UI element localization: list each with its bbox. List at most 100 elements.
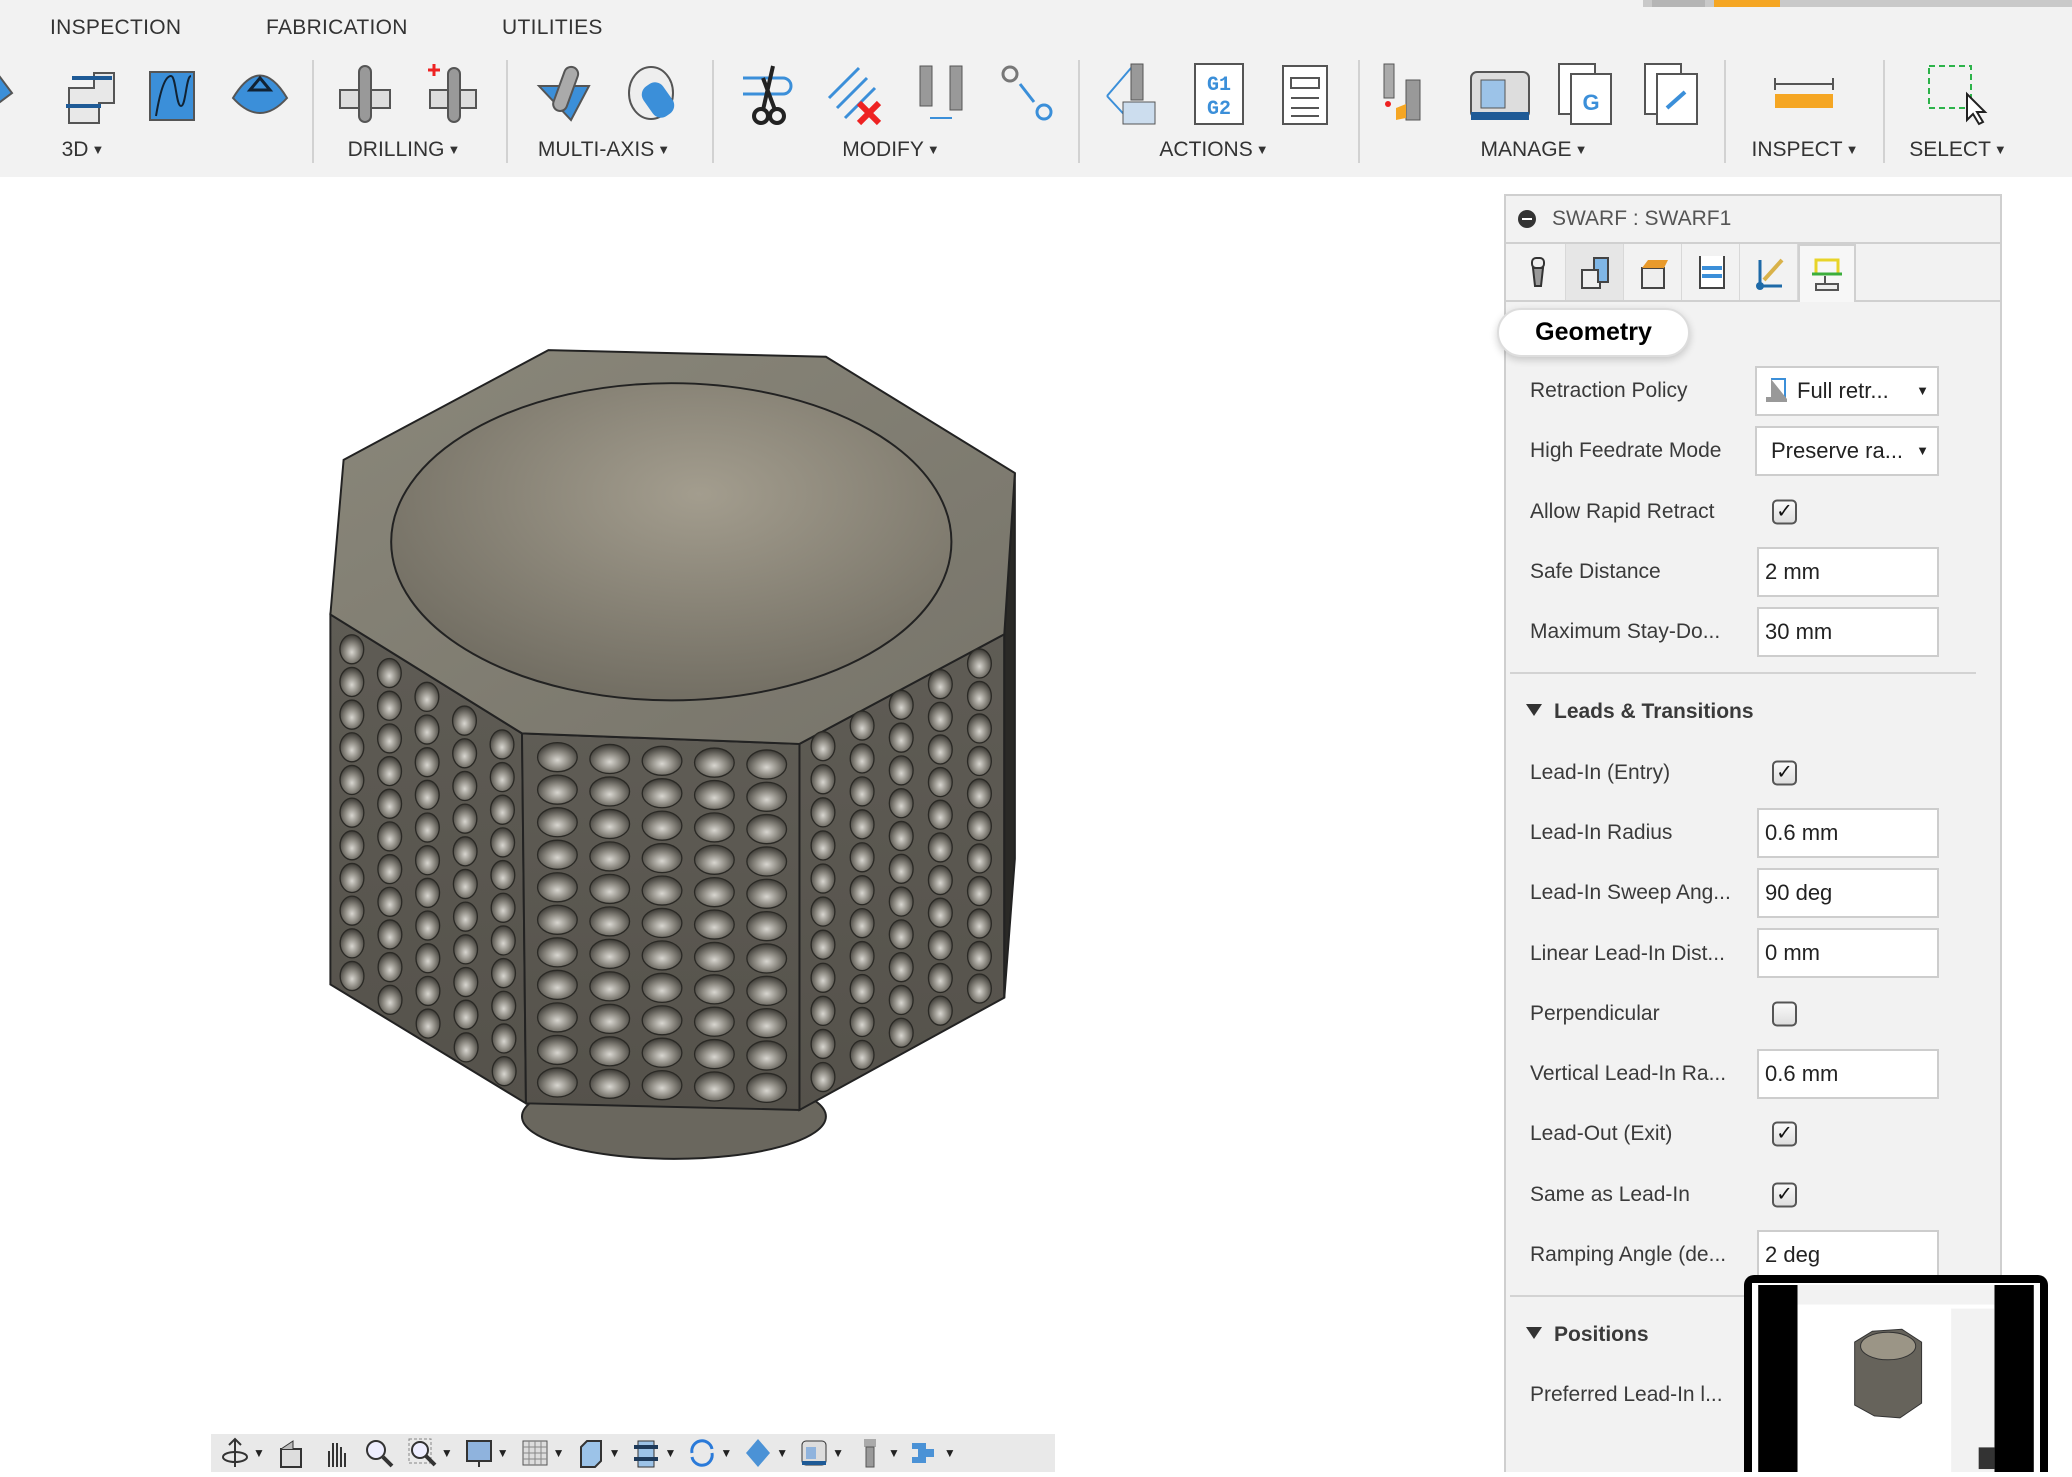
group-label: ACTIONS	[1159, 138, 1253, 161]
stud	[451, 705, 478, 736]
model-right-face	[798, 632, 1006, 1112]
select-window-icon[interactable]	[1921, 58, 1991, 128]
stud	[589, 776, 631, 807]
trim-toolpath-icon[interactable]	[733, 58, 803, 128]
model-edge-face	[1003, 472, 1016, 998]
caret-down-icon[interactable]: ▼	[832, 1446, 844, 1460]
view-cube-tool[interactable]: ▼	[575, 1434, 627, 1472]
ramping-angle-de-field[interactable]: 2 deg	[1757, 1229, 1939, 1280]
orbit-tool[interactable]: ▼	[219, 1434, 271, 1472]
collapse-icon[interactable]	[1518, 210, 1536, 228]
passes-tab[interactable]	[1682, 244, 1740, 300]
grid-tool[interactable]: ▼	[519, 1434, 571, 1472]
display-mode-tool[interactable]: ▼	[463, 1434, 515, 1472]
tab-fabrication[interactable]: FABRICATION	[266, 16, 408, 40]
caret-down-icon[interactable]: ▼	[497, 1446, 509, 1460]
tab-utilities[interactable]: UTILITIES	[502, 16, 603, 40]
caret-down-icon[interactable]: ▼	[944, 1446, 956, 1460]
group-menu-3d[interactable]: 3D ▼	[62, 138, 105, 162]
linking-active-tab[interactable]	[1798, 244, 1856, 302]
swarf-icon[interactable]	[531, 58, 601, 128]
toolpath-tool[interactable]: ▼	[910, 1434, 962, 1472]
caret-down-icon[interactable]: ▼	[776, 1446, 788, 1460]
panel-title: SWARF : SWARF1	[1552, 207, 1732, 230]
vertical-lead-in-ra-field[interactable]: 0.6 mm	[1757, 1048, 1939, 1099]
group-menu-inspect[interactable]: INSPECT ▼	[1752, 138, 1859, 162]
machine-library-icon[interactable]	[1465, 58, 1535, 128]
tool-tool[interactable]: ▼	[854, 1434, 906, 1472]
safe-distance-field[interactable]: 2 mm	[1757, 546, 1939, 597]
setup-sheet-icon[interactable]	[1269, 58, 1339, 128]
delete-toolpath-icon[interactable]	[819, 58, 889, 128]
measure-icon[interactable]	[1769, 58, 1839, 128]
zoom-window-tool[interactable]: ▼	[407, 1434, 459, 1472]
stud	[746, 910, 788, 942]
stud	[927, 701, 953, 732]
thumbnail-preview-image	[1758, 1285, 2034, 1472]
caret-down-icon[interactable]: ▼	[888, 1446, 900, 1460]
hole-recognition-icon[interactable]	[418, 58, 488, 128]
template-library-icon[interactable]: G	[1551, 58, 1621, 128]
stud	[927, 930, 953, 961]
caret-down-icon[interactable]: ▼	[609, 1446, 621, 1460]
group-menu-modify[interactable]: MODIFY ▼	[842, 138, 940, 162]
tool-icon	[864, 1439, 877, 1468]
group-menu-manage[interactable]: MANAGE ▼	[1481, 138, 1588, 162]
stud	[536, 774, 578, 805]
geometry-tab[interactable]	[1566, 244, 1624, 300]
look-at-tool[interactable]	[275, 1434, 315, 1472]
post-library-icon[interactable]	[1637, 58, 1707, 128]
lead-in-radius-field[interactable]: 0.6 mm	[1757, 807, 1939, 858]
pan-tool[interactable]	[319, 1434, 359, 1472]
collapse-triangle-icon[interactable]	[1526, 704, 1542, 717]
caret-down-icon[interactable]: ▼	[253, 1446, 265, 1460]
linking-tab[interactable]	[1740, 244, 1798, 300]
stud	[377, 984, 403, 1015]
drill-icon[interactable]	[332, 58, 402, 128]
simulate-icon[interactable]	[1101, 58, 1171, 128]
multi-axis-contour-icon[interactable]	[616, 58, 686, 128]
steep-shallow-icon[interactable]	[54, 58, 124, 128]
caret-down-icon[interactable]: ▼	[441, 1446, 453, 1460]
stud	[810, 797, 836, 828]
allow-rapid-retract-checkbox[interactable]: ✓	[1772, 499, 1797, 525]
scallop-icon[interactable]	[138, 58, 208, 128]
stock-tool[interactable]: ▼	[630, 1434, 682, 1472]
machine-tool[interactable]: ▼	[798, 1434, 850, 1472]
rotate-tool[interactable]: ▼	[686, 1434, 738, 1472]
group-menu-multi-axis[interactable]: MULTI-AXIS ▼	[538, 138, 670, 162]
caret-down-icon[interactable]: ▼	[720, 1446, 732, 1460]
stud	[849, 1006, 875, 1038]
caret-down-icon[interactable]: ▼	[664, 1446, 676, 1460]
retraction-policy-dropdown[interactable]: Full retr... ▼	[1755, 366, 1939, 416]
post-process-icon[interactable]: G1 G2	[1185, 58, 1255, 128]
group-menu-drilling[interactable]: DRILLING ▼	[348, 138, 461, 162]
maximum-stay-do-field[interactable]: 30 mm	[1757, 607, 1939, 658]
screenshot-thumbnail[interactable]	[1744, 1275, 2048, 1472]
linear-lead-in-dist-field[interactable]: 0 mm	[1757, 928, 1939, 979]
stud	[693, 1071, 735, 1102]
adaptive-clearing-icon[interactable]	[0, 58, 42, 128]
lead-in-entry-checkbox[interactable]: ✓	[1772, 760, 1797, 786]
collapse-triangle-icon[interactable]	[1526, 1327, 1542, 1340]
tool-library-icon[interactable]	[1376, 58, 1446, 128]
lead-in-sweep-ang-field[interactable]: 90 deg	[1757, 868, 1939, 919]
stud	[746, 781, 788, 812]
move-toolpath-icon[interactable]	[992, 58, 1062, 128]
group-menu-select[interactable]: SELECT ▼	[1909, 138, 2007, 162]
heights-tab[interactable]	[1624, 244, 1682, 300]
tool-tab[interactable]	[1508, 244, 1566, 300]
tool-compare-icon[interactable]	[906, 58, 976, 128]
perpendicular-checkbox[interactable]	[1772, 1001, 1797, 1027]
lead-out-exit-checkbox[interactable]: ✓	[1772, 1121, 1797, 1147]
high-feedrate-mode-dropdown[interactable]: Preserve ra... ▼	[1755, 426, 1939, 477]
zoom-tool[interactable]	[363, 1434, 403, 1472]
pocket-clearing-icon[interactable]	[225, 58, 295, 128]
same-as-lead-in-checkbox[interactable]: ✓	[1772, 1182, 1797, 1208]
group-menu-actions[interactable]: ACTIONS ▼	[1159, 138, 1268, 162]
appearance-tool[interactable]: ▼	[742, 1434, 794, 1472]
section-header[interactable]: Leads & Transitions	[1506, 682, 2000, 742]
tab-inspection[interactable]: INSPECTION	[50, 16, 181, 40]
stud	[888, 788, 914, 819]
caret-down-icon[interactable]: ▼	[553, 1446, 565, 1460]
